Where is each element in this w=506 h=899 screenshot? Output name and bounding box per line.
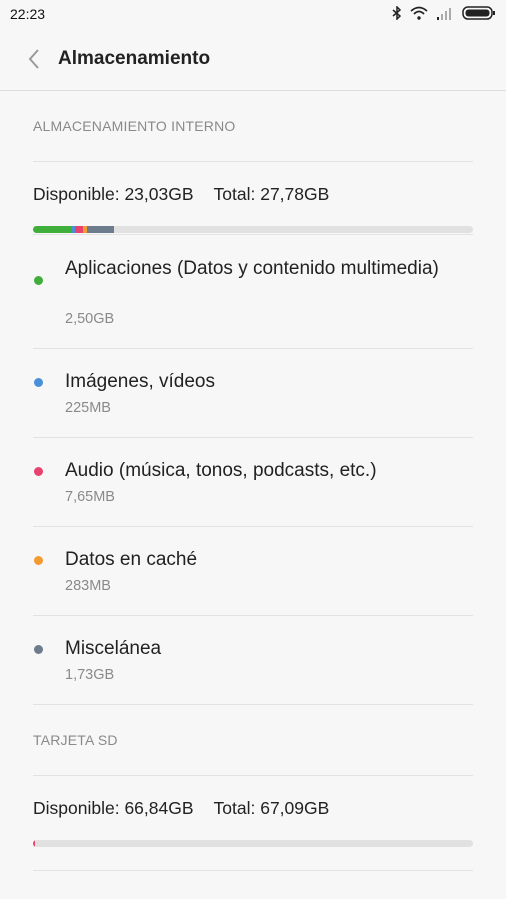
category-size: 7,65MB [65, 489, 115, 505]
usage-segment [33, 840, 35, 847]
misc-color-dot [34, 645, 43, 654]
internal-usage-bar [33, 226, 473, 233]
category-size: 225MB [65, 400, 111, 416]
category-name: Datos en caché [65, 549, 198, 570]
internal-storage-header: ALMACENAMIENTO INTERNO [33, 118, 236, 134]
app-bar: Almacenamiento [0, 28, 506, 91]
internal-total: Total: 27,78GB [213, 184, 330, 204]
bluetooth-icon [392, 4, 402, 23]
images-color-dot [34, 378, 43, 387]
sd-usage-bar [33, 840, 473, 847]
usage-segment [33, 226, 72, 233]
battery-icon [462, 5, 496, 23]
sd-card-header: TARJETA SD [33, 732, 118, 748]
sd-storage-summary: Disponible: 66,84GB Total: 67,09GB [0, 776, 506, 870]
page-title: Almacenamiento [58, 48, 211, 69]
category-name: Imágenes, vídeos [65, 371, 215, 392]
category-audio[interactable]: Audio (música, tonos, podcasts, etc.) 7,… [0, 438, 506, 526]
chevron-left-icon [28, 49, 39, 69]
category-size: 283MB [65, 578, 111, 594]
apps-color-dot [34, 276, 43, 285]
category-size: 1,73GB [65, 667, 115, 683]
wifi-icon [410, 6, 428, 23]
internal-storage-summary: Disponible: 23,03GB Total: 27,78GB [0, 162, 506, 234]
category-cache[interactable]: Datos en caché 283MB [0, 527, 506, 615]
back-button[interactable] [14, 39, 54, 79]
usage-segment [87, 226, 114, 233]
category-apps[interactable]: Aplicaciones (Datos y contenido multimed… [0, 235, 506, 348]
cache-color-dot [34, 556, 43, 565]
category-misc[interactable]: Miscelánea 1,73GB [0, 616, 506, 704]
category-name: Aplicaciones (Datos y contenido multimed… [65, 258, 439, 279]
status-time: 22:23 [10, 6, 46, 22]
category-name: Audio (música, tonos, podcasts, etc.) [65, 460, 377, 481]
status-bar: 22:23 [0, 0, 506, 28]
usage-segment [74, 226, 83, 233]
sd-total: Total: 67,09GB [213, 798, 330, 818]
divider [33, 870, 473, 871]
internal-available: Disponible: 23,03GB [33, 184, 194, 204]
status-icons [392, 4, 496, 23]
category-name: Miscelánea [65, 638, 162, 659]
category-images-videos[interactable]: Imágenes, vídeos 225MB [0, 349, 506, 437]
sd-available: Disponible: 66,84GB [33, 798, 194, 818]
category-size: 2,50GB [65, 311, 115, 327]
audio-color-dot [34, 467, 43, 476]
signal-icon [436, 6, 454, 23]
